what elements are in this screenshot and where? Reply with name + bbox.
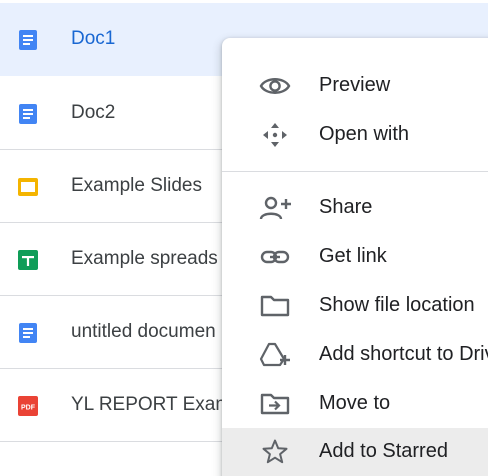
person-add-icon	[259, 196, 291, 220]
file-name: Doc2	[71, 102, 116, 123]
pdf-icon: PDF	[18, 396, 38, 416]
menu-item-label: Share	[319, 196, 373, 218]
menu-item-label: Move to	[319, 392, 391, 414]
link-icon	[260, 250, 290, 264]
slides-icon	[18, 178, 38, 196]
doc-icon	[19, 30, 37, 50]
doc-icon	[19, 323, 37, 343]
menu-item-label: Add to Starred	[319, 440, 448, 462]
doc-icon	[19, 104, 37, 124]
file-name: Doc1	[71, 28, 116, 49]
eye-icon	[259, 78, 291, 94]
menu-item-label: Open with	[319, 123, 410, 145]
menu-divider	[222, 171, 488, 172]
drive-file-browser: Doc1 Doc2 Example Slides Example spreads…	[0, 0, 488, 476]
pdf-badge-text: PDF	[21, 405, 36, 412]
menu-item-add-shortcut[interactable]: Add shortcut to Drive	[222, 331, 488, 379]
folder-icon	[260, 295, 290, 317]
file-name: untitled documen	[71, 321, 216, 342]
star-icon	[262, 439, 288, 464]
menu-item-move-to[interactable]: Move to	[222, 380, 488, 428]
menu-item-add-to-starred[interactable]: Add to Starred	[222, 428, 488, 476]
menu-item-open-with[interactable]: Open with	[222, 111, 488, 159]
add-shortcut-icon	[259, 342, 290, 367]
menu-item-label: Show file location	[319, 294, 475, 316]
menu-item-label: Preview	[319, 74, 391, 96]
file-name: Example spreads	[71, 248, 218, 269]
move-arrows-icon	[263, 123, 287, 147]
file-name: YL REPORT Exam	[71, 394, 232, 415]
context-menu: Preview Open with Share Get link Show fi…	[222, 38, 488, 476]
file-name: Example Slides	[71, 175, 202, 196]
menu-item-show-file-location[interactable]: Show file location	[222, 282, 488, 330]
menu-item-preview[interactable]: Preview	[222, 62, 488, 110]
sheets-icon	[18, 250, 38, 270]
menu-item-share[interactable]: Share	[222, 184, 488, 232]
menu-item-label: Get link	[319, 245, 387, 267]
move-to-folder-icon	[260, 393, 290, 415]
menu-item-label: Add shortcut to Drive	[319, 343, 488, 365]
menu-item-get-link[interactable]: Get link	[222, 233, 488, 281]
